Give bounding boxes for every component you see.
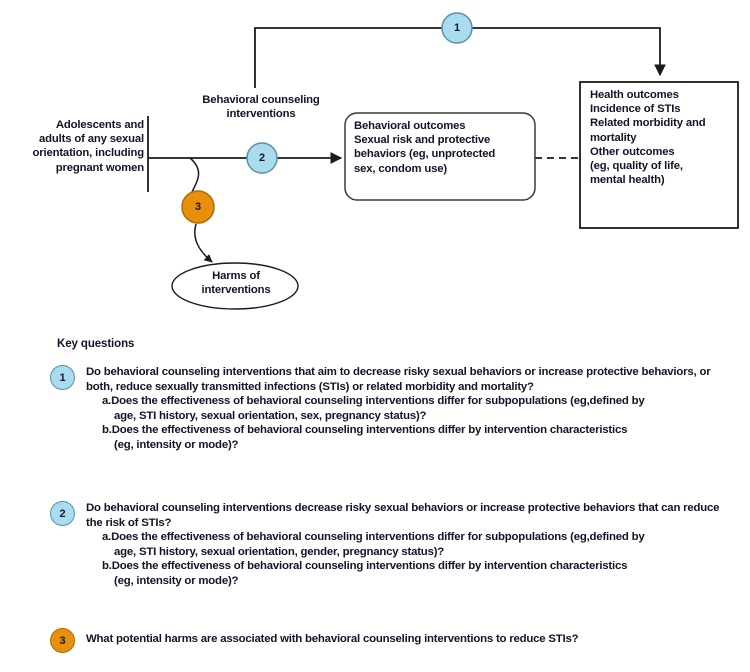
harms-line-2: interventions <box>201 284 271 297</box>
key-question-2-badge: 2 <box>50 501 75 526</box>
key-questions-section: Key questions 1 Do behavioral counseling… <box>0 330 750 672</box>
health-outcomes-line-6: (eg, quality of life, <box>590 160 683 173</box>
key-question-3-main: What potential harms are associated with… <box>86 633 579 645</box>
key-question-2-sub-a-text: Does the effectiveness of behavioral cou… <box>111 531 645 544</box>
health-outcomes-line-2: Incidence of STIs <box>590 103 681 116</box>
health-outcomes-title: Health outcomes <box>590 89 679 101</box>
key-question-2-sub-a-label: a. <box>102 531 112 544</box>
population-line-2: adults of any sexual <box>39 133 144 146</box>
key-question-1-body: Do behavioral counseling interventions t… <box>86 365 736 453</box>
health-outcomes-line-7: mental health) <box>590 174 665 187</box>
node-2-label: 2 <box>258 152 266 164</box>
health-outcomes-line-3: Related morbidity and <box>590 117 706 130</box>
behavioral-outcomes-title: Behavioral outcomes <box>354 120 466 132</box>
key-question-2-sub-b: b.Does the effectiveness of behavioral c… <box>86 559 736 588</box>
behavioral-outcomes-label: Behavioral outcomes Sexual risk and prot… <box>354 119 532 176</box>
population-line-3: orientation, including <box>32 147 144 160</box>
key-question-1-sub-a-cont: age, STI history, sexual orientation, se… <box>114 409 427 422</box>
key-question-2-sub-b-label: b. <box>102 560 112 573</box>
population-line-4: pregnant women <box>55 161 144 174</box>
harms-line-1: Harms of <box>212 270 260 282</box>
health-outcomes-line-4: mortality <box>590 131 637 144</box>
behavioral-outcomes-line-2: Sexual risk and protective <box>354 134 491 147</box>
intervention-label: Behavioral counseling interventions <box>186 93 336 121</box>
population-label: Adolescents and adults of any sexual ori… <box>8 118 144 175</box>
key-question-3-badge: 3 <box>50 628 75 653</box>
analytic-framework-figure: 1 2 3 Adolescents and adults of any sexu… <box>0 0 750 672</box>
key-question-1-sub-b-label: b. <box>102 424 112 437</box>
key-question-2-sub-b-text: Does the effectiveness of behavioral cou… <box>111 560 628 573</box>
key-question-2-sub-b-cont: (eg, intensity or mode)? <box>114 574 239 587</box>
key-question-1-sub-b: b.Does the effectiveness of behavioral c… <box>86 423 736 452</box>
population-line-1: Adolescents and <box>55 119 144 131</box>
key-question-2-sub-a: a.Does the effectiveness of behavioral c… <box>86 530 736 559</box>
behavioral-outcomes-line-3: behaviors (eg, unprotected <box>354 148 496 161</box>
key-question-1-sub-b-cont: (eg, intensity or mode)? <box>114 438 239 451</box>
node-3-label: 3 <box>194 201 202 213</box>
health-outcomes-line-5: Other outcomes <box>590 145 675 158</box>
health-outcomes-label: Health outcomes Incidence of STIs Relate… <box>590 88 736 187</box>
key-questions-heading: Key questions <box>57 338 135 350</box>
key-question-1-main: Do behavioral counseling interventions t… <box>86 366 711 393</box>
intervention-line-2: interventions <box>226 108 296 121</box>
key-question-1-sub-a-text: Does the effectiveness of behavioral cou… <box>111 395 645 408</box>
node-1-label: 1 <box>453 22 461 34</box>
behavioral-outcomes-line-4: sex, condom use) <box>354 162 448 175</box>
key-question-1-sub-b-text: Does the effectiveness of behavioral cou… <box>111 424 628 437</box>
key-question-1-badge: 1 <box>50 365 75 390</box>
key-question-2-body: Do behavioral counseling interventions d… <box>86 501 736 589</box>
intervention-line-1: Behavioral counseling <box>202 94 320 106</box>
analytic-framework-diagram: 1 2 3 Adolescents and adults of any sexu… <box>0 0 750 330</box>
key-question-2-sub-a-cont: age, STI history, sexual orientation, ge… <box>114 545 445 558</box>
key-question-3-body: What potential harms are associated with… <box>86 632 736 647</box>
key-question-1-sub-a: a.Does the effectiveness of behavioral c… <box>86 394 736 423</box>
key-question-2-main: Do behavioral counseling interventions d… <box>86 502 720 529</box>
key-question-1-sub-a-label: a. <box>102 395 112 408</box>
harms-label: Harms of interventions <box>178 269 294 297</box>
